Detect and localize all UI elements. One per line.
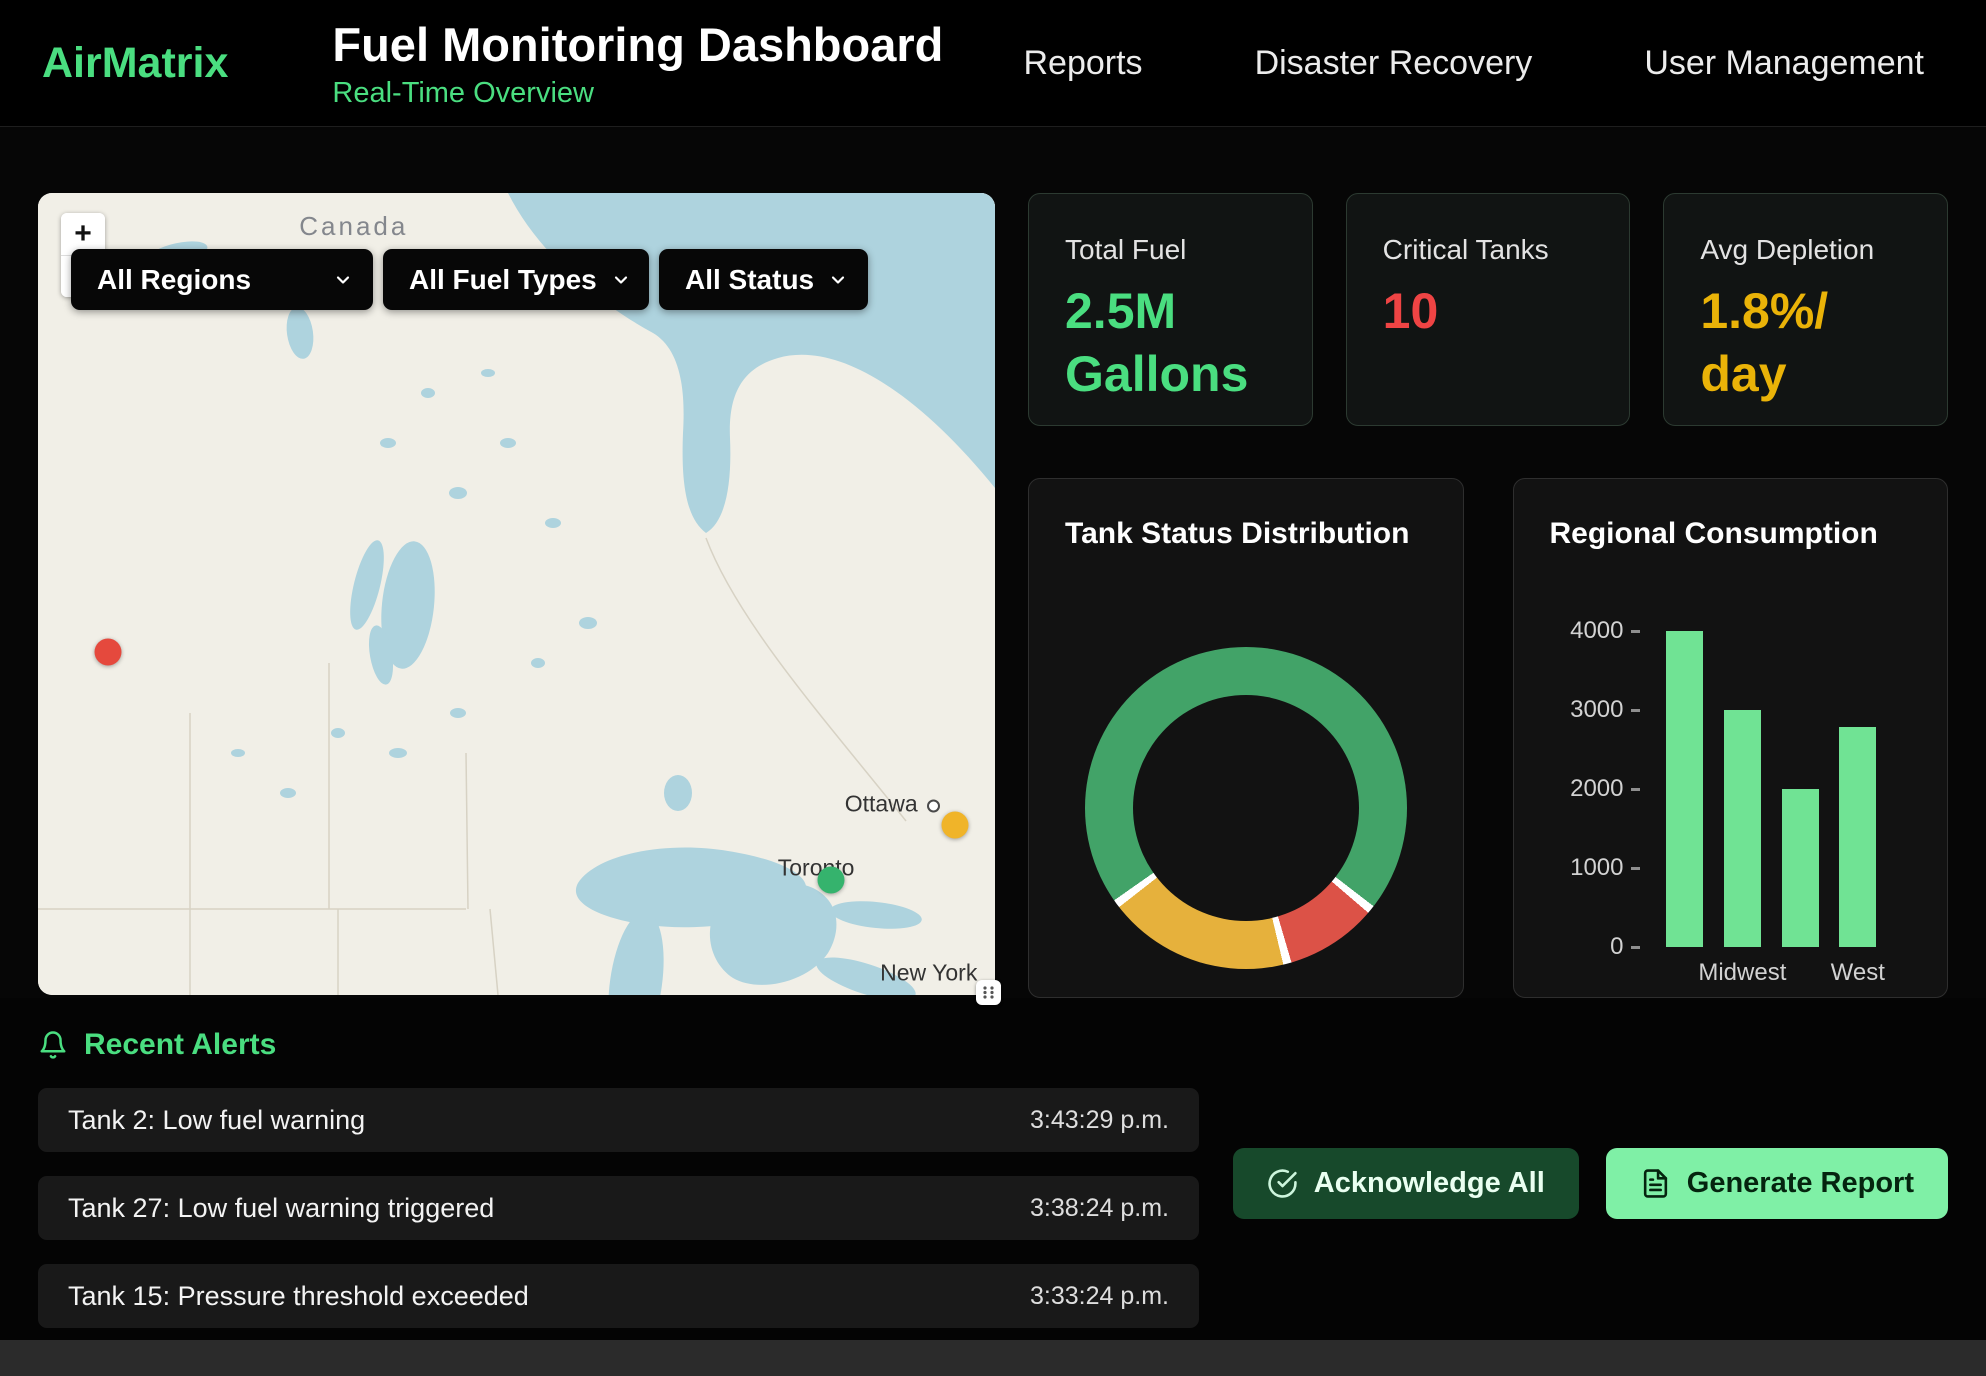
- status-filter-value: All Status: [685, 264, 814, 296]
- map-filters: All Regions All Fuel Types All Status: [71, 249, 868, 310]
- page-title: Fuel Monitoring Dashboard: [332, 17, 943, 72]
- nav-user-management[interactable]: User Management: [1644, 44, 1924, 83]
- bar-chart-card: Regional Consumption 0 1000 2000 3000 4000 M…: [1513, 478, 1949, 998]
- tank-status-donut-chart[interactable]: [1085, 647, 1407, 969]
- y-tick-label: 1000: [1570, 854, 1639, 882]
- stat-value: 10: [1383, 280, 1620, 343]
- y-tick-label: 3000: [1570, 696, 1639, 724]
- alerts-header: Recent Alerts: [38, 1028, 1948, 1062]
- title-block: Fuel Monitoring Dashboard Real-Time Over…: [332, 17, 943, 110]
- document-icon: [1640, 1168, 1671, 1199]
- stat-label: Avg Depletion: [1700, 234, 1937, 266]
- map-marker-critical[interactable]: [94, 638, 121, 665]
- check-circle-icon: [1267, 1168, 1298, 1199]
- x-tick-label: Midwest: [1724, 959, 1761, 987]
- alert-actions: Acknowledge All Generate Report: [1233, 1148, 1948, 1219]
- generate-report-label: Generate Report: [1687, 1167, 1914, 1200]
- y-tick-label: 0: [1610, 933, 1639, 961]
- map-label-canada: Canada: [299, 211, 408, 242]
- resize-grip-icon[interactable]: [976, 980, 1001, 1005]
- app-header: AirMatrix Fuel Monitoring Dashboard Real…: [0, 0, 1986, 127]
- stat-card-total-fuel: Total Fuel 2.5MGallons: [1028, 193, 1313, 426]
- fuel-type-filter-select[interactable]: All Fuel Types: [383, 249, 649, 310]
- bar-plot: [1646, 631, 1898, 947]
- alert-text: Tank 2: Low fuel warning: [68, 1105, 365, 1136]
- region-filter-value: All Regions: [97, 264, 251, 296]
- x-tick-label: [1782, 959, 1819, 987]
- donut-chart-title: Tank Status Distribution: [1065, 517, 1463, 551]
- bell-icon: [38, 1030, 68, 1060]
- app-logo[interactable]: AirMatrix: [42, 39, 228, 88]
- stat-value: 1.8%/day: [1700, 280, 1937, 405]
- y-tick-label: 2000: [1570, 775, 1639, 803]
- chevron-down-icon: [333, 270, 353, 290]
- alert-row[interactable]: Tank 2: Low fuel warning 3:43:29 p.m.: [38, 1088, 1199, 1152]
- stat-value: 2.5MGallons: [1065, 280, 1302, 405]
- status-filter-select[interactable]: All Status: [659, 249, 868, 310]
- fuel-type-filter-value: All Fuel Types: [409, 264, 597, 296]
- map-marker-warning[interactable]: [941, 811, 968, 838]
- bottom-bar: [0, 1340, 1986, 1376]
- nav-disaster-recovery[interactable]: Disaster Recovery: [1255, 44, 1533, 83]
- right-column: Total Fuel 2.5MGallons Critical Tanks 10…: [1028, 193, 1948, 998]
- bar: [1666, 631, 1703, 947]
- stat-label: Critical Tanks: [1383, 234, 1620, 266]
- nav-reports[interactable]: Reports: [1024, 44, 1143, 83]
- recent-alerts-section: Recent Alerts Tank 2: Low fuel warning 3…: [0, 998, 1986, 1340]
- y-tick-label: 4000: [1570, 617, 1639, 645]
- acknowledge-all-button[interactable]: Acknowledge All: [1233, 1148, 1579, 1219]
- regional-consumption-bar-chart[interactable]: 01000200030004000 MidwestWest: [1554, 631, 1898, 987]
- bar-xlabels: Midwest West: [1646, 959, 1898, 987]
- dashboard-main: + − All Regions All Fuel Types All Statu…: [0, 127, 1986, 998]
- map-label-new-york: New York: [880, 959, 977, 986]
- alert-time: 3:43:29 p.m.: [1030, 1106, 1169, 1135]
- stat-card-critical-tanks: Critical Tanks 10: [1346, 193, 1631, 426]
- donut-chart-card: Tank Status Distribution: [1028, 478, 1464, 998]
- charts-row: Tank Status Distribution Regional Consum…: [1028, 478, 1948, 998]
- chevron-down-icon: [828, 270, 848, 290]
- chevron-down-icon: [611, 270, 631, 290]
- acknowledge-all-label: Acknowledge All: [1314, 1167, 1545, 1200]
- bar-yaxis: 01000200030004000: [1554, 631, 1640, 947]
- region-filter-select[interactable]: All Regions: [71, 249, 373, 310]
- alert-text: Tank 27: Low fuel warning triggered: [68, 1193, 494, 1224]
- alert-list: Tank 2: Low fuel warning 3:43:29 p.m. Ta…: [38, 1088, 1199, 1328]
- alerts-body: Tank 2: Low fuel warning 3:43:29 p.m. Ta…: [38, 1088, 1948, 1328]
- alert-row[interactable]: Tank 27: Low fuel warning triggered 3:38…: [38, 1176, 1199, 1240]
- map-label-ottawa: Ottawa: [845, 791, 940, 818]
- bar: [1839, 727, 1876, 947]
- stats-row: Total Fuel 2.5MGallons Critical Tanks 10…: [1028, 193, 1948, 426]
- generate-report-button[interactable]: Generate Report: [1606, 1148, 1948, 1219]
- bar-chart-title: Regional Consumption: [1550, 517, 1948, 551]
- alerts-heading: Recent Alerts: [84, 1028, 276, 1062]
- main-nav: Reports Disaster Recovery User Managemen…: [1024, 44, 1925, 83]
- alert-text: Tank 15: Pressure threshold exceeded: [68, 1281, 529, 1312]
- alert-time: 3:33:24 p.m.: [1030, 1282, 1169, 1311]
- bar: [1724, 710, 1761, 947]
- alert-time: 3:38:24 p.m.: [1030, 1194, 1169, 1223]
- stat-label: Total Fuel: [1065, 234, 1302, 266]
- map-panel: + − All Regions All Fuel Types All Statu…: [38, 193, 995, 998]
- stat-card-avg-depletion: Avg Depletion 1.8%/day: [1663, 193, 1948, 426]
- bar: [1782, 789, 1819, 947]
- bar-plot-column: Midwest West: [1646, 631, 1898, 987]
- x-tick-label: West: [1839, 959, 1876, 987]
- map-marker-normal[interactable]: [818, 867, 845, 894]
- map[interactable]: + − All Regions All Fuel Types All Statu…: [38, 193, 995, 995]
- donut-hole: [1133, 695, 1359, 921]
- page-subtitle: Real-Time Overview: [332, 77, 943, 110]
- alert-row[interactable]: Tank 15: Pressure threshold exceeded 3:3…: [38, 1264, 1199, 1328]
